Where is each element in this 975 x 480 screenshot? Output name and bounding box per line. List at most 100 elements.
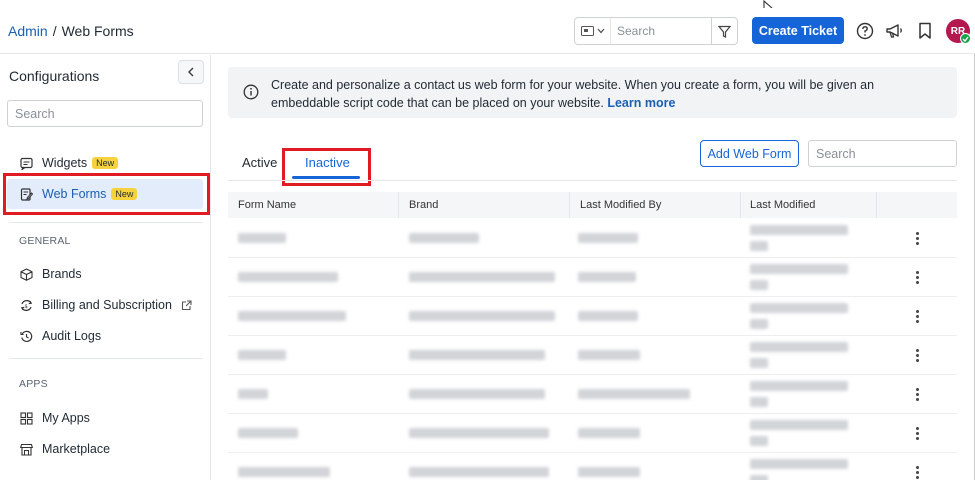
svg-text:$: $ [24,304,28,310]
last-modified-cell [750,241,768,251]
bookmark-icon [919,22,931,39]
table-row[interactable] [228,336,957,375]
store-icon [20,443,33,456]
chevron-down-icon [597,28,604,34]
learn-more-link[interactable]: Learn more [607,96,675,110]
last-modified-by-cell [578,272,636,282]
info-banner-text: Create and personalize a contact us web … [271,78,875,110]
row-more-options-icon[interactable] [916,310,919,323]
sidebar-item-my-apps[interactable]: My Apps [7,403,203,433]
column-header-last-modified-by[interactable]: Last Modified By [580,199,661,211]
tab-active[interactable]: Active [242,155,277,170]
last-modified-cell [750,225,848,235]
form-name-cell [238,467,330,477]
kebab-dot [916,437,919,440]
table-row[interactable] [228,219,957,258]
form-name-cell [238,389,268,399]
megaphone-icon [885,24,902,38]
last-modified-by-cell [578,428,640,438]
sidebar-item-label: Audit Logs [42,329,102,343]
brand-cell [409,233,479,243]
table-row[interactable] [228,414,957,453]
row-more-options-icon[interactable] [916,349,919,362]
last-modified-cell [750,358,768,368]
kebab-dot [916,276,919,279]
sidebar-search-input[interactable]: Search [7,100,203,127]
sidebar-collapse-button[interactable] [178,60,204,84]
filter-button[interactable] [711,18,737,44]
search-type-dropdown[interactable] [575,18,611,44]
last-modified-by-cell [578,389,690,399]
column-separator [740,192,741,218]
kebab-dot [916,237,919,240]
form-name-cell [238,350,286,360]
column-header-form-name[interactable]: Form Name [238,199,296,211]
last-modified-cell [750,397,768,407]
table-row[interactable] [228,453,957,480]
ticket-icon [580,26,594,36]
announcements-button[interactable] [884,21,904,41]
last-modified-cell [750,436,768,446]
help-icon [856,22,874,40]
table-row[interactable] [228,297,957,336]
form-name-cell [238,272,338,282]
sidebar-item-audit-logs[interactable]: Audit Logs [7,321,203,351]
table-row[interactable] [228,258,957,297]
last-modified-cell [750,475,768,480]
global-search-input[interactable]: Search [611,24,711,38]
section-label-general: GENERAL [19,235,71,247]
add-web-form-button[interactable]: Add Web Form [700,140,799,167]
tab-divider [228,180,957,181]
bookmark-button[interactable] [915,21,935,41]
sidebar-item-billing[interactable]: $ Billing and Subscription [7,290,203,320]
kebab-dot [916,271,919,274]
brand-cell [409,389,545,399]
row-more-options-icon[interactable] [916,466,919,479]
brand-cell [409,467,549,477]
column-header-last-modified[interactable]: Last Modified [750,199,815,211]
breadcrumb-separator: / [52,23,57,39]
last-modified-cell [750,342,848,352]
create-ticket-button[interactable]: Create Ticket [752,17,844,44]
row-more-options-icon[interactable] [916,388,919,401]
kebab-dot [916,427,919,430]
sidebar-item-marketplace[interactable]: Marketplace [7,434,203,464]
last-modified-cell [750,280,768,290]
kebab-dot [916,466,919,469]
column-header-brand[interactable]: Brand [409,199,438,211]
kebab-dot [916,476,919,479]
sidebar-item-brands[interactable]: Brands [7,259,203,289]
last-modified-by-cell [578,311,638,321]
last-modified-cell [750,264,848,274]
breadcrumb-admin-link[interactable]: Admin [8,23,48,39]
help-button[interactable] [855,21,875,41]
chevron-left-icon [187,67,194,77]
kebab-dot [916,232,919,235]
last-modified-cell [750,303,848,313]
row-more-options-icon[interactable] [916,427,919,440]
sidebar-item-label: Brands [42,267,82,281]
info-icon [243,84,259,100]
table-row[interactable] [228,375,957,414]
kebab-dot [916,310,919,313]
brand-cell [409,428,549,438]
sidebar-divider [9,358,203,359]
sidebar-title: Configurations [9,68,100,84]
kebab-dot [916,432,919,435]
row-more-options-icon[interactable] [916,232,919,245]
table-search-input[interactable]: Search [808,140,957,167]
web-forms-highlight-box [3,173,210,215]
last-modified-cell [750,381,848,391]
form-name-cell [238,311,346,321]
kebab-dot [916,349,919,352]
global-search[interactable]: Search [574,17,738,45]
billing-icon: $ [20,299,33,311]
brand-cell [409,350,545,360]
history-icon [20,330,33,342]
form-name-cell [238,233,286,243]
kebab-dot [916,354,919,357]
brand-cell [409,311,555,321]
row-more-options-icon[interactable] [916,271,919,284]
breadcrumb: Admin / Web Forms [8,23,134,39]
widget-icon [20,157,33,170]
